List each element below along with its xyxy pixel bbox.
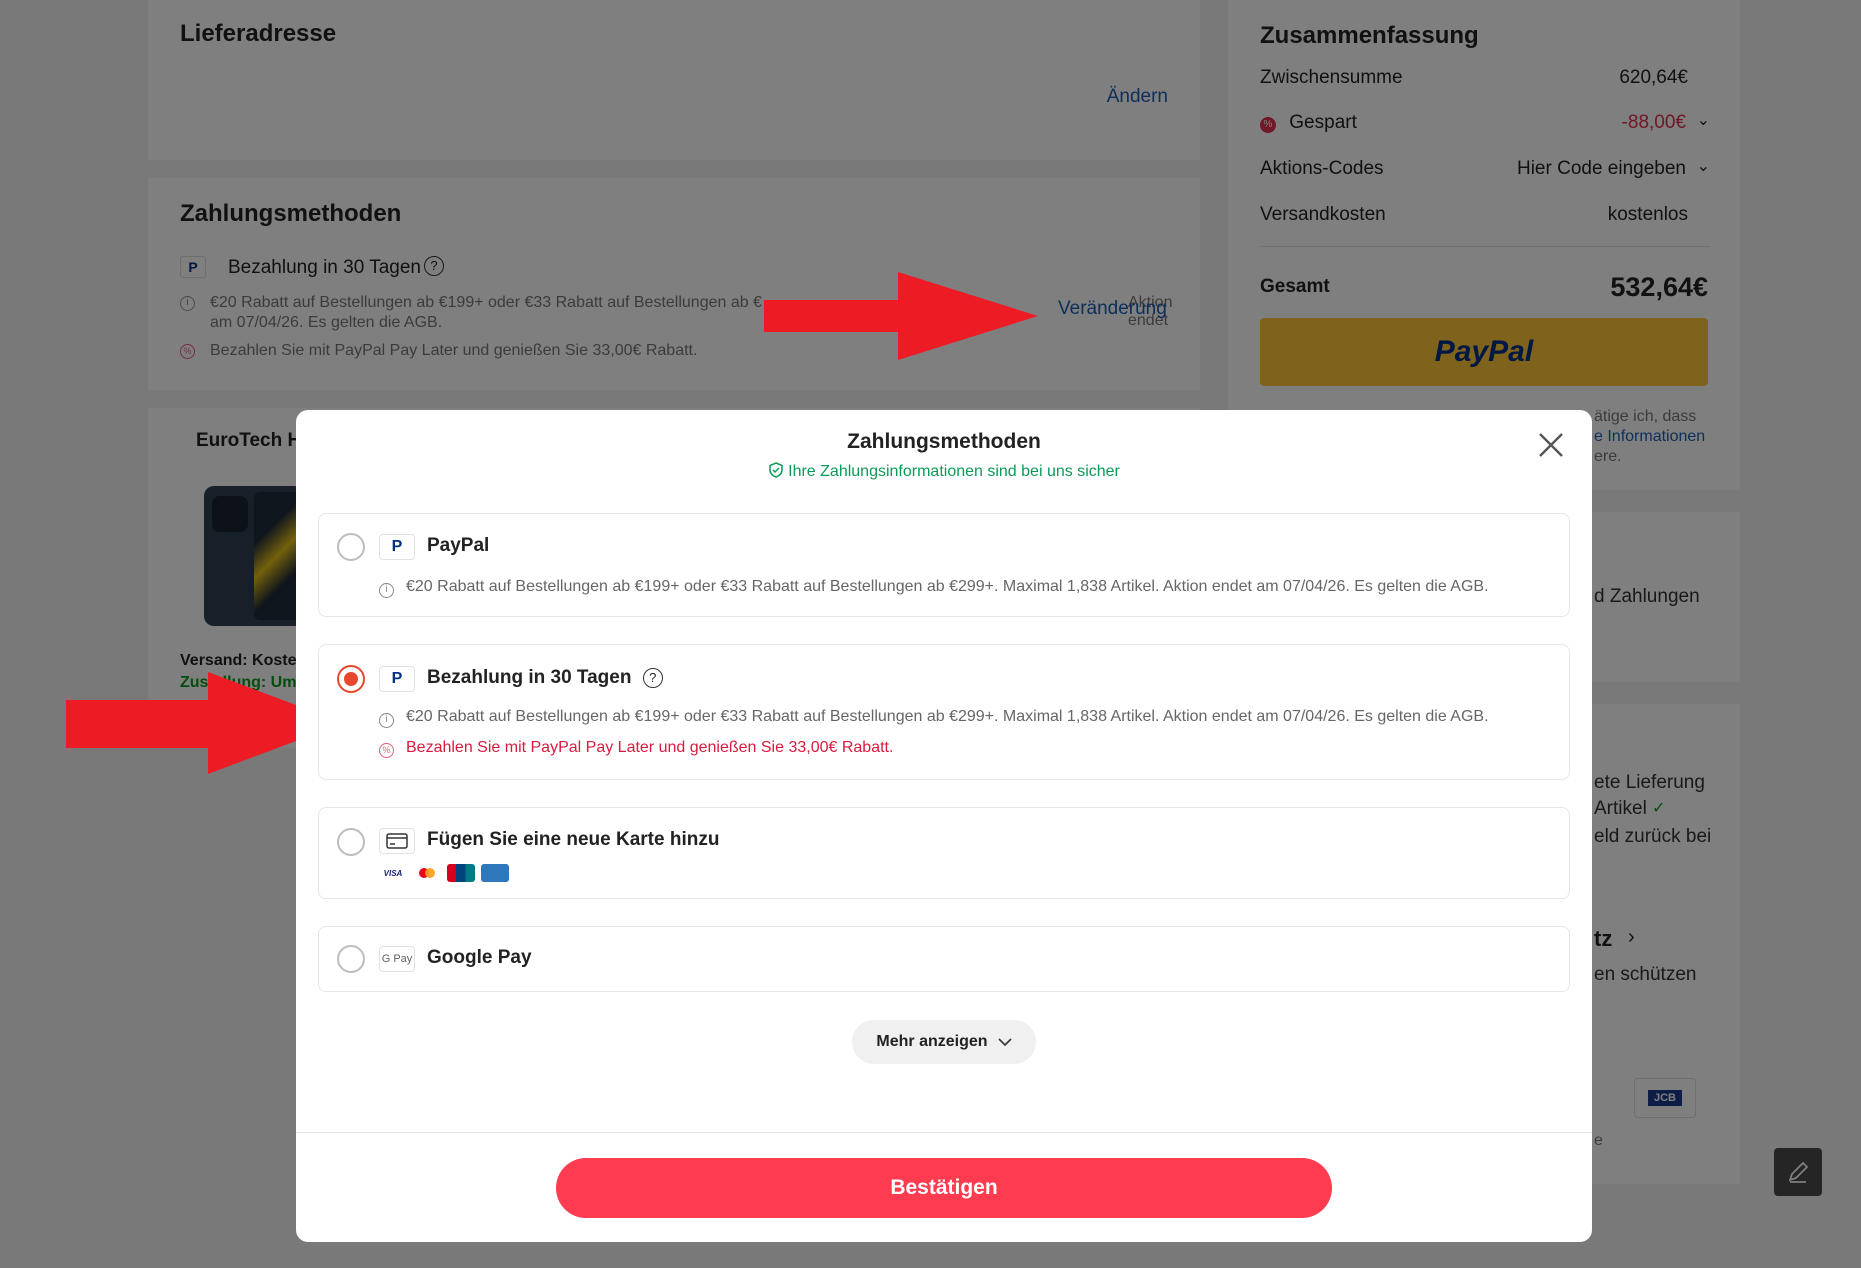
- radio-paypal[interactable]: [337, 533, 365, 561]
- option-info-text: €20 Rabatt auf Bestellungen ab €199+ ode…: [406, 708, 1489, 725]
- close-icon[interactable]: [1534, 428, 1568, 462]
- option-info-paypal: i €20 Rabatt auf Bestellungen ab €199+ od…: [379, 578, 1489, 598]
- modal-title: Zahlungsmethoden: [847, 430, 1041, 453]
- payment-methods-modal: Zahlungsmethoden Ihre Zahlungsinformatio…: [296, 410, 1592, 1242]
- help-icon[interactable]: ?: [642, 668, 663, 688]
- shield-check-icon: [769, 462, 783, 478]
- confirm-button[interactable]: Bestätigen: [556, 1158, 1332, 1218]
- option-promo-text: Bezahlen Sie mit PayPal Pay Later und ge…: [406, 739, 894, 756]
- visa-logo: VISA: [383, 868, 403, 878]
- option-info-pay-later: i €20 Rabatt auf Bestellungen ab €199+ od…: [379, 708, 1489, 728]
- modal-divider: [296, 1132, 1592, 1133]
- mastercard-logo: [413, 864, 441, 882]
- arrow-annotation-top: [764, 272, 1038, 360]
- promo-icon: %: [379, 743, 394, 758]
- secure-note: Ihre Zahlungsinformationen sind bei uns …: [296, 462, 1592, 481]
- amex-logo: [481, 864, 509, 882]
- payment-option-pay-later[interactable]: P Bezahlung in 30 Tagen ? i €20 Rabatt au…: [318, 644, 1570, 780]
- show-more-label: Mehr anzeigen: [876, 1033, 988, 1050]
- paypal-icon: P: [379, 666, 415, 692]
- option-label-google-pay: Google Pay: [427, 947, 532, 968]
- radio-pay-later[interactable]: [337, 665, 365, 693]
- option-info-text: €20 Rabatt auf Bestellungen ab €199+ ode…: [406, 578, 1489, 595]
- option-label-pay-later: Bezahlung in 30 Tagen ?: [427, 667, 663, 689]
- radio-new-card[interactable]: [337, 828, 365, 856]
- card-glyph: [386, 833, 408, 849]
- payment-option-google-pay[interactable]: G Pay Google Pay: [318, 926, 1570, 992]
- payment-option-new-card[interactable]: Fügen Sie eine neue Karte hinzu VISA: [318, 807, 1570, 899]
- info-icon: i: [379, 583, 394, 598]
- paypal-icon: P: [379, 534, 415, 560]
- show-more-button[interactable]: Mehr anzeigen: [852, 1020, 1036, 1064]
- credit-card-icon: [379, 828, 415, 854]
- radio-google-pay[interactable]: [337, 945, 365, 973]
- google-pay-icon: G Pay: [379, 946, 415, 972]
- payment-option-paypal[interactable]: P PayPal i €20 Rabatt auf Bestellungen ab…: [318, 513, 1570, 617]
- option-label-new-card: Fügen Sie eine neue Karte hinzu: [427, 829, 720, 850]
- option-label-paypal: PayPal: [427, 535, 490, 556]
- option-promo-pay-later: % Bezahlen Sie mit PayPal Pay Later und g…: [379, 739, 893, 758]
- chevron-down-icon: [997, 1038, 1012, 1047]
- info-icon: i: [379, 713, 394, 728]
- secure-text: Ihre Zahlungsinformationen sind bei uns …: [788, 463, 1120, 480]
- card-logos: VISA: [379, 864, 509, 882]
- mastercard-circle-right: [425, 868, 435, 878]
- option-label-text: Bezahlung in 30 Tagen: [427, 667, 632, 688]
- unionpay-logo: [447, 864, 475, 882]
